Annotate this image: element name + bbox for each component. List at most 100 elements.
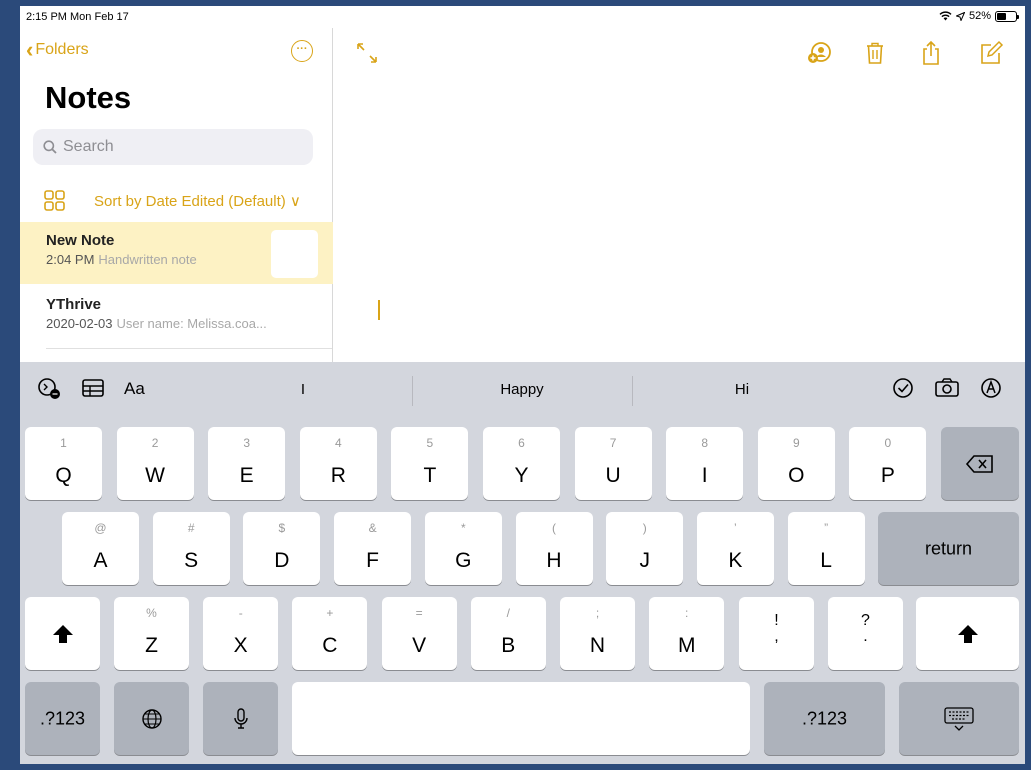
share-icon[interactable] bbox=[918, 40, 944, 66]
status-time: 2:15 PM Mon Feb 17 bbox=[26, 11, 129, 23]
compose-icon[interactable] bbox=[978, 40, 1004, 66]
key-char: N bbox=[589, 634, 606, 657]
exclamation-key[interactable]: !, bbox=[739, 597, 814, 670]
wifi-icon bbox=[939, 11, 952, 21]
key-alt-char: ” bbox=[824, 521, 829, 535]
dismiss-keyboard-key[interactable] bbox=[899, 682, 1019, 755]
key-j[interactable]: ) J bbox=[606, 512, 684, 585]
key-alt-char: @ bbox=[94, 521, 107, 535]
key-char: V bbox=[412, 634, 427, 657]
expand-icon[interactable] bbox=[354, 40, 380, 66]
key-p[interactable]: 0P bbox=[849, 427, 927, 500]
key-k[interactable]: ’ K bbox=[696, 512, 774, 585]
key-i[interactable]: 8I bbox=[666, 427, 744, 500]
key-f[interactable]: & F bbox=[334, 512, 412, 585]
key-alt-char: ( bbox=[552, 521, 556, 535]
table-icon[interactable] bbox=[80, 376, 106, 400]
note-list-item[interactable]: New Note 2:04 PM Handwritten note bbox=[20, 222, 333, 284]
note-list-item[interactable]: YThrive 2020-02-03 User name: Melissa.coa… bbox=[20, 286, 333, 348]
key-t[interactable]: 5T bbox=[391, 427, 469, 500]
dictation-key[interactable] bbox=[203, 682, 278, 755]
key-z[interactable]: % Z bbox=[114, 597, 189, 670]
return-label: return bbox=[924, 538, 973, 558]
key-r[interactable]: 4R bbox=[299, 427, 377, 500]
status-bar: 2:15 PM Mon Feb 17 52% bbox=[20, 6, 1025, 28]
key-char: F bbox=[366, 549, 379, 572]
more-options-icon[interactable]: ··· bbox=[291, 40, 313, 62]
key-e[interactable]: 3E bbox=[208, 427, 286, 500]
key-alt-char: % bbox=[146, 606, 157, 620]
key-d[interactable]: $ D bbox=[243, 512, 321, 585]
markup-icon[interactable] bbox=[978, 376, 1004, 400]
key-n[interactable]: ; N bbox=[560, 597, 635, 670]
question-key-label: ?. bbox=[828, 613, 903, 645]
key-char: C bbox=[322, 634, 338, 657]
space-key[interactable] bbox=[292, 682, 750, 755]
return-key[interactable]: return bbox=[878, 512, 1019, 585]
gallery-view-icon[interactable] bbox=[44, 190, 66, 212]
key-g[interactable]: * G bbox=[424, 512, 502, 585]
folders-back-button[interactable]: ‹ Folders bbox=[26, 39, 89, 61]
trash-icon[interactable] bbox=[862, 40, 888, 66]
shift-key-right[interactable] bbox=[916, 597, 1019, 670]
undo-options-icon[interactable] bbox=[36, 376, 62, 400]
key-y[interactable]: 6Y bbox=[483, 427, 560, 500]
key-m[interactable]: :M bbox=[649, 597, 725, 670]
key-o[interactable]: 9O bbox=[757, 427, 835, 500]
suggestion-word[interactable]: I bbox=[193, 381, 413, 398]
shortcut-bar: Aa I Happy Hi bbox=[20, 362, 1025, 416]
key-q[interactable]: 1Q bbox=[25, 427, 102, 500]
key-w[interactable]: 2W bbox=[116, 427, 194, 500]
checklist-icon[interactable] bbox=[890, 376, 916, 400]
key-alt-char: ; bbox=[595, 606, 600, 620]
key-alt-char: $ bbox=[278, 521, 286, 535]
note-preview: User name: Melissa.coa... bbox=[116, 316, 267, 331]
question-key[interactable]: ?. bbox=[828, 597, 903, 670]
key-a[interactable]: @ A bbox=[62, 512, 139, 585]
camera-icon[interactable] bbox=[934, 376, 960, 400]
key-alt-char: : bbox=[685, 606, 689, 620]
key-l[interactable]: ” L bbox=[787, 512, 865, 585]
key-s[interactable]: # S bbox=[152, 512, 230, 585]
folders-back-label: Folders bbox=[35, 41, 89, 58]
note-editor[interactable] bbox=[334, 28, 1025, 368]
note-meta: 2020-02-03 User name: Melissa.coa... bbox=[46, 316, 333, 331]
suggestion-word[interactable]: Hi bbox=[632, 381, 852, 398]
shift-key-left[interactable] bbox=[25, 597, 100, 670]
text-cursor bbox=[378, 300, 380, 320]
key-char: G bbox=[455, 549, 472, 572]
key-alt-char: ) bbox=[642, 521, 647, 535]
note-date: 2020-02-03 bbox=[46, 316, 113, 331]
microphone-icon bbox=[233, 707, 248, 729]
key-c[interactable]: + C bbox=[292, 597, 368, 670]
delete-key[interactable] bbox=[941, 427, 1019, 500]
search-input[interactable] bbox=[63, 138, 283, 156]
key-b[interactable]: / B bbox=[470, 597, 546, 670]
key-alt-char: 8 bbox=[701, 436, 709, 450]
key-u[interactable]: 7U bbox=[574, 427, 652, 500]
notes-sidebar: ‹ Folders ··· Notes Sort by Date Edited … bbox=[20, 28, 333, 368]
sort-menu-button[interactable]: Sort by Date Edited (Default) ∨ bbox=[94, 192, 301, 210]
key-char: E bbox=[239, 464, 254, 487]
key-x[interactable]: -X bbox=[203, 597, 279, 670]
page-title: Notes bbox=[45, 80, 132, 115]
numbers-key-left[interactable]: .?123 bbox=[25, 682, 100, 755]
key-char: Y bbox=[514, 464, 529, 487]
key-bottom-char: , bbox=[774, 628, 779, 645]
search-bar[interactable] bbox=[33, 129, 313, 165]
add-people-icon[interactable] bbox=[806, 40, 832, 66]
key-char: J bbox=[639, 549, 650, 572]
key-char: Q bbox=[55, 464, 72, 487]
globe-key[interactable] bbox=[114, 682, 189, 755]
globe-icon bbox=[141, 708, 162, 729]
numbers-key-right[interactable]: .?123 bbox=[764, 682, 885, 755]
suggestion-word[interactable]: Happy bbox=[412, 381, 632, 398]
note-title: YThrive bbox=[46, 296, 102, 313]
key-char: W bbox=[145, 464, 165, 487]
key-h[interactable]: (H bbox=[515, 512, 593, 585]
text-format-button[interactable]: Aa bbox=[124, 379, 145, 399]
key-alt-char: + bbox=[326, 606, 334, 620]
key-v[interactable]: = V bbox=[381, 597, 457, 670]
key-top-char: ? bbox=[861, 612, 870, 629]
key-char: X bbox=[233, 634, 248, 657]
